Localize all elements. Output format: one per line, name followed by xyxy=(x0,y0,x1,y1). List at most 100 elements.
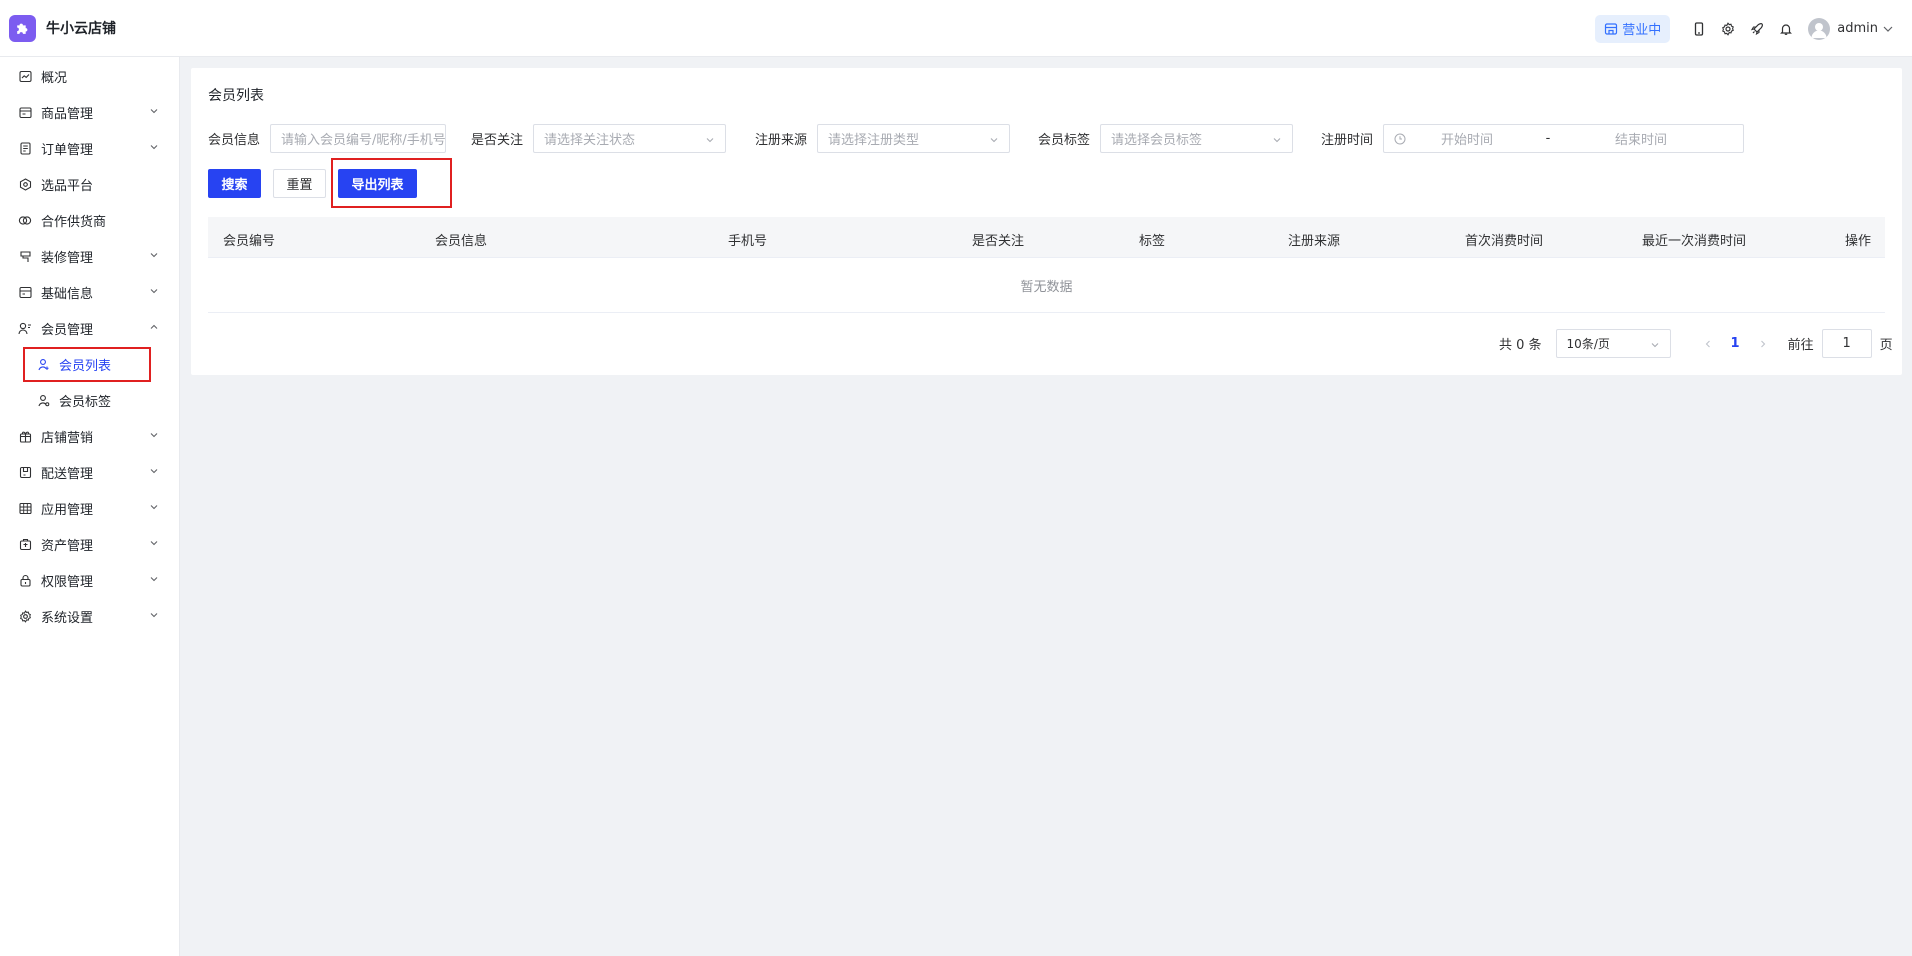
goods-icon xyxy=(18,105,32,119)
page-title: 会员列表 xyxy=(208,88,264,104)
rocket-icon[interactable] xyxy=(1742,14,1771,43)
sidebar-item-label: 基础信息 xyxy=(41,286,94,302)
filter-register-source: 注册来源 请选择注册类型 xyxy=(755,124,1011,153)
sidebar-item-label: 装修管理 xyxy=(41,250,94,266)
chevron-right-icon[interactable] xyxy=(1758,339,1768,349)
store-status-button[interactable]: 营业中 xyxy=(1595,14,1671,43)
follow-status-select[interactable]: 请选择关注状态 xyxy=(533,124,727,153)
sidebar-item-label: 应用管理 xyxy=(41,502,94,518)
app-logo[interactable]: 牛小云店铺 xyxy=(9,14,116,42)
sidebar-item-decoration[interactable]: 装修管理 xyxy=(0,238,179,274)
placeholder-text: 请选择会员标签 xyxy=(1111,133,1203,148)
mobile-icon[interactable] xyxy=(1684,14,1713,43)
sidebar-item-label: 资产管理 xyxy=(41,538,94,554)
chevron-down-icon xyxy=(1883,26,1893,32)
sidebar-item-label: 权限管理 xyxy=(41,574,94,590)
highlight-box xyxy=(331,158,452,208)
chevron-up-icon xyxy=(150,324,158,329)
sidebar-item-delivery[interactable]: 配送管理 xyxy=(0,454,179,490)
sidebar-item-member-tags[interactable]: 会员标签 xyxy=(0,382,179,418)
search-button[interactable]: 搜索 xyxy=(208,169,261,198)
sidebar-item-label: 会员管理 xyxy=(41,322,94,338)
member-tag-select[interactable]: 请选择会员标签 xyxy=(1100,124,1294,153)
chevron-down-icon xyxy=(150,433,158,438)
sidebar-item-selection[interactable]: 选品平台 xyxy=(0,166,179,202)
filter-follow-status: 是否关注 请选择关注状态 xyxy=(471,124,727,153)
end-time-input[interactable]: 结束时间 xyxy=(1568,129,1714,148)
gear-icon[interactable] xyxy=(1713,14,1742,43)
order-icon xyxy=(18,141,32,155)
chevron-left-icon[interactable] xyxy=(1703,339,1713,349)
sidebar-item-marketing[interactable]: 店铺营销 xyxy=(0,418,179,454)
empty-state: 暂无数据 xyxy=(208,258,1885,313)
chart-icon xyxy=(18,69,32,83)
sidebar-item-apps[interactable]: 应用管理 xyxy=(0,490,179,526)
column-header: 会员信息 xyxy=(435,234,488,249)
column-header: 会员编号 xyxy=(223,234,276,249)
settings-icon xyxy=(18,609,32,623)
chevron-down-icon xyxy=(990,138,998,143)
sidebar-item-label: 会员标签 xyxy=(59,394,112,410)
chevron-down-icon xyxy=(150,253,158,258)
filter-member-info: 会员信息 请输入会员编号/昵称/手机号 xyxy=(208,124,447,153)
chevron-down-icon xyxy=(1273,138,1281,143)
select-icon xyxy=(18,177,32,191)
sidebar-item-overview[interactable]: 概况 xyxy=(0,58,179,94)
chevron-down-icon xyxy=(150,505,158,510)
filter-member-tag: 会员标签 请选择会员标签 xyxy=(1038,124,1294,153)
sidebar-item-system-settings[interactable]: 系统设置 xyxy=(0,598,179,634)
highlight-box xyxy=(23,347,151,382)
chevron-down-icon xyxy=(150,541,158,546)
sidebar-item-member-list[interactable]: 会员列表 xyxy=(0,346,179,382)
filter-label: 注册时间 xyxy=(1321,133,1374,148)
start-time-input[interactable]: 开始时间 xyxy=(1406,129,1528,148)
sidebar-item-label: 选品平台 xyxy=(41,178,94,194)
sidebar-item-basic-info[interactable]: 基础信息 xyxy=(0,274,179,310)
placeholder-text: 请选择关注状态 xyxy=(544,133,636,148)
asset-icon xyxy=(18,537,32,551)
bell-icon[interactable] xyxy=(1771,14,1800,43)
register-time-range[interactable]: 开始时间 - 结束时间 xyxy=(1383,124,1745,153)
placeholder-text: 请输入会员编号/昵称/手机号 xyxy=(281,133,446,148)
page-size-value: 10条/页 xyxy=(1566,337,1610,351)
total-count: 共 0 条 xyxy=(1499,338,1542,353)
chevron-down-icon xyxy=(150,469,158,474)
sidebar-item-goods[interactable]: 商品管理 xyxy=(0,94,179,130)
member-list-panel: 会员列表 会员信息 请输入会员编号/昵称/手机号 是否关注 请选择关注状态 注册… xyxy=(191,68,1902,375)
chevron-down-icon xyxy=(1651,343,1658,348)
app-name: 牛小云店铺 xyxy=(46,21,116,37)
placeholder-text: 请选择注册类型 xyxy=(828,133,920,148)
chevron-down-icon xyxy=(150,145,158,150)
sidebar-item-suppliers[interactable]: 合作供货商 xyxy=(0,202,179,238)
reset-button[interactable]: 重置 xyxy=(273,169,326,198)
filter-label: 会员信息 xyxy=(208,133,261,148)
sidebar-item-assets[interactable]: 资产管理 xyxy=(0,526,179,562)
column-header: 手机号 xyxy=(728,234,768,249)
sidebar-item-members[interactable]: 会员管理 xyxy=(0,310,179,346)
column-header: 注册来源 xyxy=(1288,234,1341,249)
member-info-input[interactable]: 请输入会员编号/昵称/手机号 xyxy=(270,124,447,153)
user-menu[interactable]: admin xyxy=(1808,17,1894,40)
register-source-select[interactable]: 请选择注册类型 xyxy=(817,124,1011,153)
page-size-select[interactable]: 10条/页 xyxy=(1555,329,1671,358)
user-name: admin xyxy=(1837,21,1878,36)
table-header: 会员编号 会员信息 手机号 是否关注 标签 注册来源 首次消费时间 最近一次消费… xyxy=(208,217,1885,258)
store-icon xyxy=(1605,22,1618,35)
goto-page-input[interactable]: 1 xyxy=(1821,329,1872,358)
filter-label: 是否关注 xyxy=(471,133,524,148)
chevron-down-icon xyxy=(706,138,714,143)
column-header: 是否关注 xyxy=(972,234,1025,249)
sidebar-item-permissions[interactable]: 权限管理 xyxy=(0,562,179,598)
gift-icon xyxy=(18,429,32,443)
chevron-down-icon xyxy=(150,613,158,618)
sidebar-item-label: 店铺营销 xyxy=(41,430,94,446)
pagination: 共 0 条 10条/页 1 前往 1 页 xyxy=(1499,329,1893,358)
chevron-down-icon xyxy=(150,109,158,114)
sidebar-item-label: 合作供货商 xyxy=(41,214,107,230)
filter-label: 注册来源 xyxy=(755,133,808,148)
column-header: 首次消费时间 xyxy=(1465,234,1544,249)
page-suffix: 页 xyxy=(1879,338,1893,353)
chevron-down-icon xyxy=(150,577,158,582)
sidebar-item-orders[interactable]: 订单管理 xyxy=(0,130,179,166)
current-page[interactable]: 1 xyxy=(1731,336,1740,351)
